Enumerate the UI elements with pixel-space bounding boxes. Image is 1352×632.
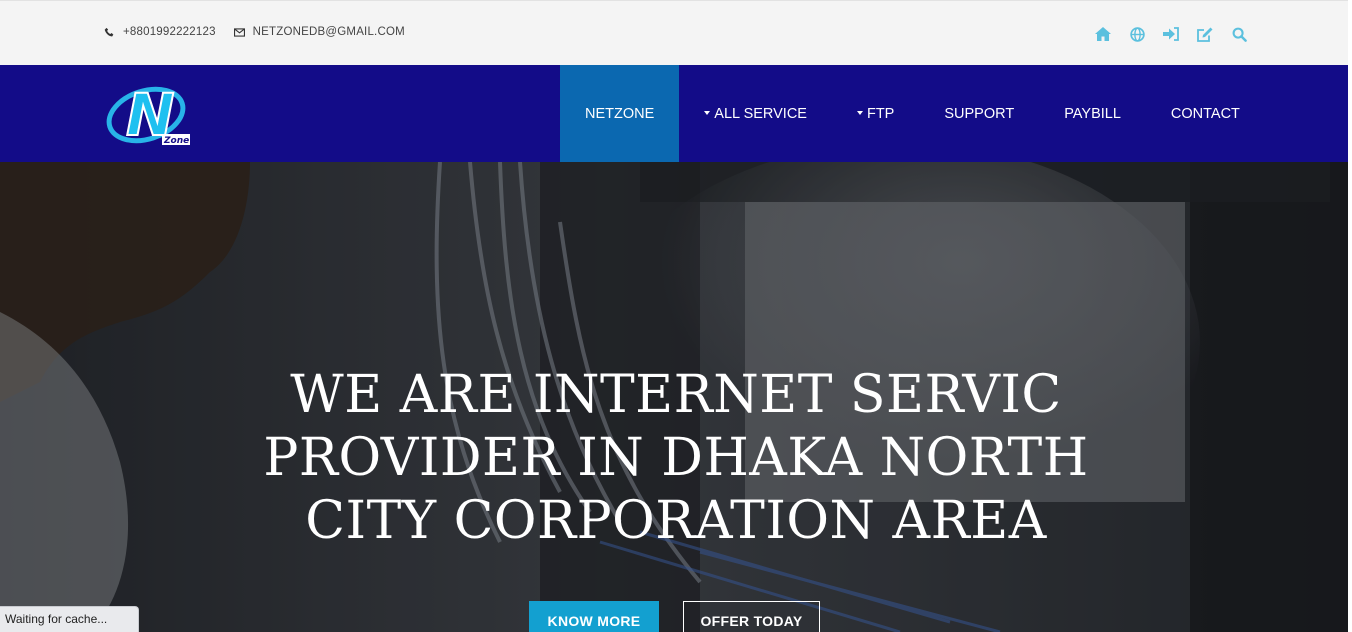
nav-item-paybill[interactable]: PAYBILL <box>1039 65 1146 162</box>
globe-icon[interactable] <box>1128 25 1146 43</box>
email-contact: NETZONEDB@GMAIL.COM <box>233 26 405 38</box>
top-icon-bar <box>1094 25 1264 43</box>
caret-down-icon <box>704 110 711 115</box>
nav-label: NETZONE <box>585 105 655 122</box>
nav-label: SUPPORT <box>944 105 1015 122</box>
know-more-button[interactable]: KNOW MORE <box>529 601 659 632</box>
netzone-logo[interactable]: N Zone <box>104 79 194 150</box>
nav-item-all-service[interactable]: ALL SERVICE <box>679 65 832 162</box>
phone-number: +8801992222123 <box>123 26 216 38</box>
offer-today-button[interactable]: OFFER TODAY <box>683 601 820 632</box>
nav-item-support[interactable]: SUPPORT <box>919 65 1039 162</box>
nav-label: CONTACT <box>1170 105 1240 122</box>
hero-heading: WE ARE INTERNET SERVIC PROVIDER IN DHAKA… <box>0 364 1352 553</box>
email-address: NETZONEDB@GMAIL.COM <box>252 26 405 38</box>
nav-item-netzone[interactable]: NETZONE <box>560 65 680 162</box>
sign-in-icon[interactable] <box>1162 25 1180 43</box>
nav-item-contact[interactable]: CONTACT <box>1146 65 1265 162</box>
nav-label: PAYBILL <box>1064 105 1121 122</box>
hero-line-1: WE ARE INTERNET SERVIC <box>290 365 1062 425</box>
nav-label: FTP <box>866 105 895 122</box>
envelope-icon <box>233 27 245 37</box>
hero-banner: WE ARE INTERNET SERVIC PROVIDER IN DHAKA… <box>0 162 1352 632</box>
search-icon[interactable] <box>1230 25 1248 43</box>
phone-icon <box>104 27 114 36</box>
nav-item-ftp[interactable]: FTP <box>832 65 919 162</box>
main-nav: NETZONE ALL SERVICE FTP SUPPORT PAYBILL … <box>560 65 1265 162</box>
home-icon[interactable] <box>1094 25 1112 43</box>
phone-contact: +8801992222123 <box>104 26 216 38</box>
main-navbar: N Zone NETZONE ALL SERVICE FTP SUPPORT P… <box>0 65 1352 162</box>
nav-label: ALL SERVICE <box>714 105 807 122</box>
caret-down-icon <box>856 110 863 115</box>
browser-status-bar: Waiting for cache... <box>0 606 139 632</box>
top-bar: +8801992222123 NETZONEDB@GMAIL.COM <box>0 0 1352 65</box>
hero-line-3: CITY CORPORATION AREA <box>305 491 1047 551</box>
page-edge <box>1348 0 1352 632</box>
hero-line-2: PROVIDER IN DHAKA NORTH <box>263 428 1089 488</box>
contact-info: +8801992222123 NETZONEDB@GMAIL.COM <box>104 26 423 38</box>
edit-icon[interactable] <box>1196 25 1214 43</box>
logo-word: Zone <box>163 136 189 146</box>
